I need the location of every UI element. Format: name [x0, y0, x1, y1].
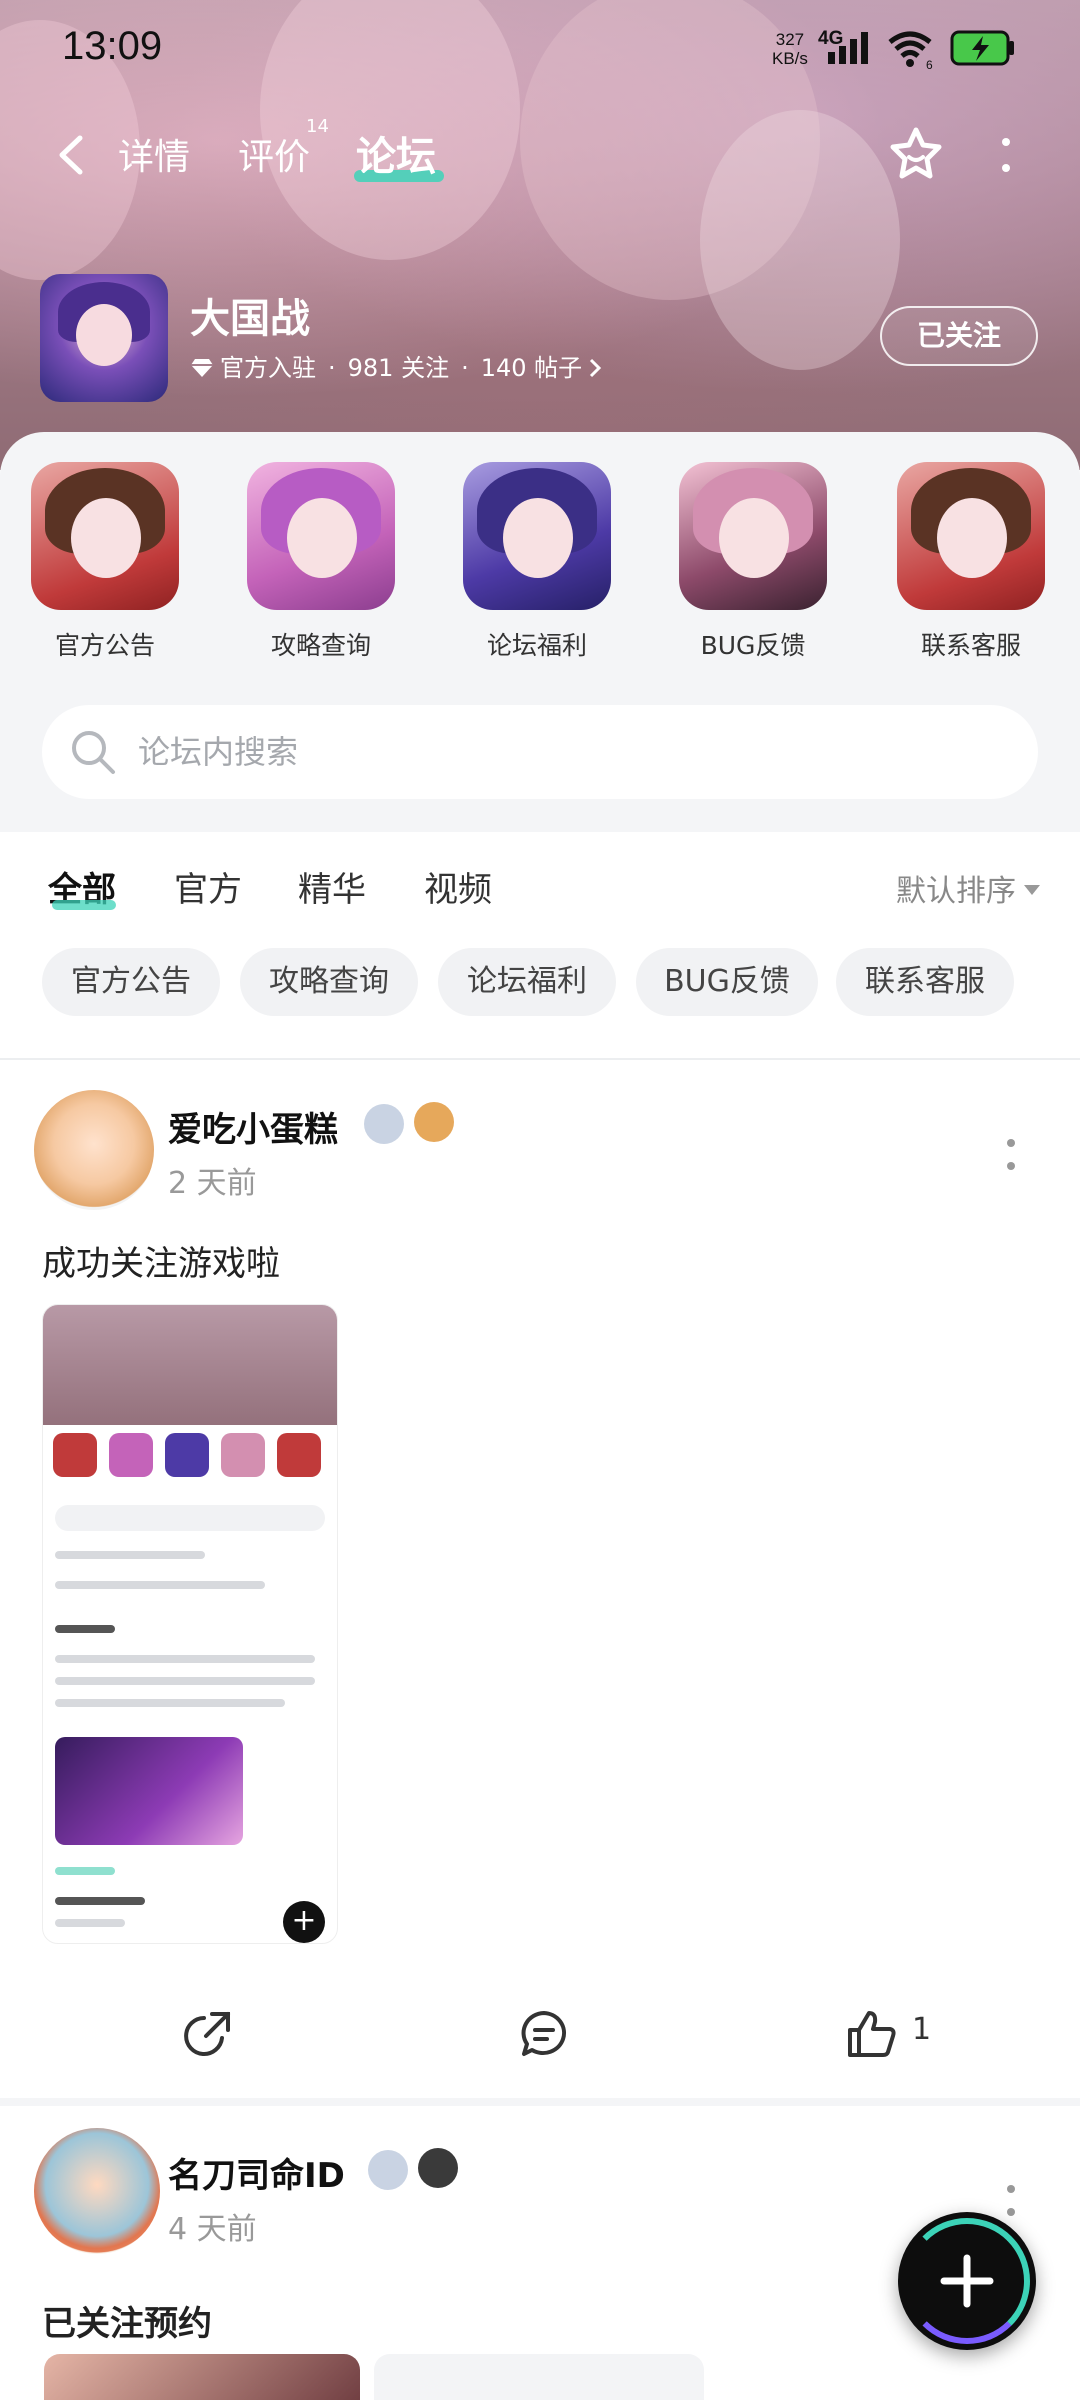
caret-down-icon: [1024, 885, 1040, 895]
game-title: 大国战: [190, 296, 310, 342]
service-thumb-icon: [897, 462, 1045, 610]
star-favorite-icon[interactable]: [886, 124, 946, 184]
thumbs-up-icon[interactable]: [846, 2008, 898, 2060]
post-separator: [0, 2098, 1080, 2106]
category-label: 攻略查询: [270, 631, 371, 660]
game-meta[interactable]: 官方入驻 · 981 关注 · 140 帖子: [190, 348, 602, 383]
search-icon: [72, 731, 115, 774]
plus-icon: [940, 2254, 994, 2308]
category-label: 官方公告: [54, 631, 155, 660]
comment-icon[interactable]: [518, 2008, 570, 2060]
level-badge-icon: [364, 1104, 404, 1144]
wifi-sub-label: 6: [926, 58, 933, 70]
top-nav: 详情 评价 14 论坛: [0, 110, 1080, 200]
chip-welfare[interactable]: 论坛福利: [438, 948, 616, 1016]
announcement-thumb-icon: [31, 462, 179, 610]
status-bar: 13:09 327 KB/s 4G 6: [0, 0, 1080, 100]
filter-tab-official[interactable]: 官方: [174, 862, 242, 911]
more-vertical-icon[interactable]: [998, 134, 1014, 178]
post-image[interactable]: [374, 2354, 704, 2400]
post-image-screenshot[interactable]: +: [42, 1304, 338, 1944]
guide-thumb-icon: [247, 462, 395, 610]
forum-sheet: 官方公告 攻略查询 论坛福利 BUG反馈 联系客服: [0, 432, 1080, 832]
screenshot-header: [43, 1305, 337, 1425]
official-label: 官方入驻: [220, 354, 316, 382]
avatar[interactable]: [34, 2128, 160, 2254]
status-time: 13:09: [62, 24, 163, 68]
forum-search-bar[interactable]: [42, 705, 1038, 799]
post-image[interactable]: [44, 2354, 360, 2400]
post-text: 成功关注游戏啦: [42, 1244, 280, 1284]
post-time: 2 天前: [168, 1166, 257, 1201]
welfare-thumb-icon: [463, 462, 611, 610]
wifi-icon: 6: [888, 31, 933, 70]
filter-bar: 全部 官方 精华 视频 默认排序 官方公告 攻略查询 论坛福利 BUG反馈 联系…: [0, 832, 1080, 1060]
category-row: 官方公告 攻略查询 论坛福利 BUG反馈 联系客服: [0, 462, 1080, 662]
diamond-icon: [191, 359, 213, 377]
plus-icon: +: [283, 1901, 325, 1943]
filter-active-indicator: [52, 900, 116, 910]
category-guide[interactable]: 攻略查询: [246, 462, 396, 662]
post-actions: 1: [0, 1980, 1080, 2080]
screenshot-banner: [55, 1737, 243, 1845]
new-post-button[interactable]: [898, 2212, 1036, 2350]
meta-separator: ·: [461, 354, 469, 382]
network-speed: 327 KB/s: [772, 30, 808, 68]
chip-bug[interactable]: BUG反馈: [636, 948, 818, 1016]
reviews-count-badge: 14: [306, 116, 329, 137]
medal-badge-icon: [414, 1102, 454, 1142]
more-vertical-icon[interactable]: [1004, 1136, 1018, 1176]
more-vertical-icon[interactable]: [1004, 2182, 1018, 2222]
post-card[interactable]: 爱吃小蛋糕 2 天前 成功关注游戏啦 + 1: [0, 1060, 1080, 2100]
search-input[interactable]: [138, 705, 998, 799]
signal-icon: [828, 32, 868, 64]
game-avatar[interactable]: [40, 274, 168, 402]
forum-header-banner: 13:09 327 KB/s 4G 6 详情 评价 14 论坛 大国战 官方入驻…: [0, 0, 1080, 470]
meta-separator: ·: [328, 354, 336, 382]
network-speed-value: 327: [775, 30, 805, 49]
category-service[interactable]: 联系客服: [896, 462, 1046, 662]
like-count: 1: [912, 2012, 932, 2047]
filter-tab-featured[interactable]: 精华: [298, 862, 366, 911]
avatar[interactable]: [34, 1090, 154, 1210]
tab-forum[interactable]: 论坛: [356, 124, 436, 182]
category-welfare[interactable]: 论坛福利: [462, 462, 612, 662]
sort-dropdown[interactable]: 默认排序: [896, 866, 1040, 910]
level-badge-icon: [368, 2150, 408, 2190]
sort-label: 默认排序: [896, 874, 1016, 909]
battery-charging-icon: [950, 30, 1014, 66]
post-author[interactable]: 名刀司命ID: [168, 2148, 345, 2197]
game-header: 大国战 官方入驻 · 981 关注 · 140 帖子 已关注: [0, 270, 1080, 410]
follow-button[interactable]: 已关注: [880, 306, 1038, 366]
category-bug[interactable]: BUG反馈: [678, 462, 828, 662]
chevron-right-icon: [590, 358, 602, 378]
chip-guide[interactable]: 攻略查询: [240, 948, 418, 1016]
category-announcement[interactable]: 官方公告: [30, 462, 180, 662]
tab-reviews[interactable]: 评价: [238, 128, 310, 180]
chip-announcement[interactable]: 官方公告: [42, 948, 220, 1016]
share-icon[interactable]: [182, 2008, 234, 2060]
back-arrow-icon[interactable]: [52, 132, 92, 178]
chip-service[interactable]: 联系客服: [836, 948, 1014, 1016]
code-badge-icon: [418, 2148, 458, 2188]
post-image-row: [44, 2354, 704, 2400]
category-label: 论坛福利: [486, 631, 587, 660]
post-author[interactable]: 爱吃小蛋糕: [168, 1102, 338, 1151]
post-text: 已关注预约: [42, 2304, 212, 2344]
tab-details[interactable]: 详情: [118, 128, 190, 180]
network-speed-unit: KB/s: [772, 49, 808, 68]
filter-tab-video[interactable]: 视频: [424, 862, 492, 911]
category-label: BUG反馈: [700, 631, 806, 660]
bug-thumb-icon: [679, 462, 827, 610]
posts-count: 140 帖子: [480, 354, 583, 382]
post-time: 4 天前: [168, 2212, 257, 2247]
followers-count: 981 关注: [347, 354, 450, 382]
category-label: 联系客服: [920, 631, 1021, 660]
